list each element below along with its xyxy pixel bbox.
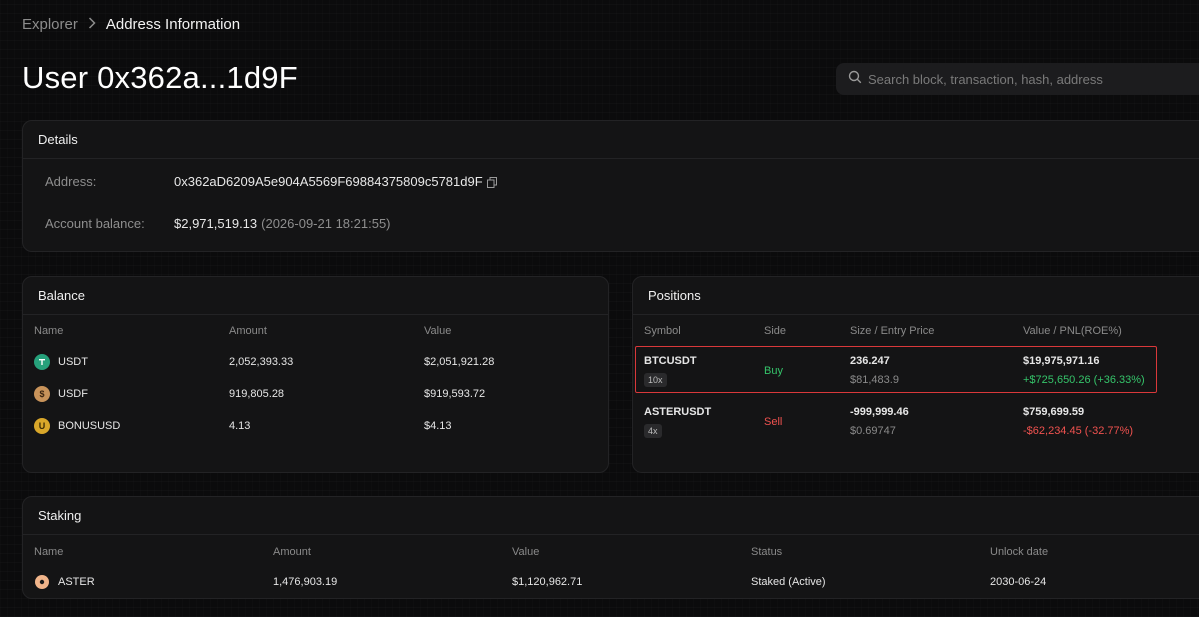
positions-header: Positions: [633, 277, 1199, 315]
balance-row-name: BONUSUSD: [58, 420, 121, 432]
leverage-badge: 4x: [644, 424, 662, 438]
details-header: Details: [23, 121, 1199, 159]
position-pnl: -$62,234.45 (-32.77%): [1023, 425, 1134, 437]
position-symbol: ASTERUSDT: [644, 406, 712, 418]
position-side-buy: Buy: [764, 365, 783, 377]
positions-col-value: Value / PNL(ROE%): [1023, 325, 1122, 337]
breadcrumb: Explorer Address Information: [22, 16, 240, 33]
search-input[interactable]: [868, 71, 1188, 87]
balance-col-value: Value: [424, 325, 452, 337]
staking-col-value: Value: [512, 546, 540, 558]
tether-icon: [34, 354, 50, 370]
balance-header: Balance: [23, 277, 608, 315]
aster-icon: [35, 575, 49, 589]
staking-row-unlock: 2030-06-24: [990, 576, 1047, 588]
staking-col-name: Name: [34, 546, 64, 558]
address-row: Address: 0x362aD6209A5e904A5569F69884375…: [45, 174, 497, 189]
position-size: 236.247: [850, 355, 890, 367]
staking-col-amount: Amount: [273, 546, 311, 558]
position-side-sell: Sell: [764, 416, 783, 428]
staking-col-status: Status: [751, 546, 783, 558]
staking-row-status: Staked (Active): [751, 576, 826, 588]
search-bar[interactable]: [836, 63, 1199, 95]
chevron-right-icon: [88, 17, 96, 32]
account-balance-label: Account balance:: [45, 216, 145, 231]
balance-row-amount: 2,052,393.33: [229, 356, 294, 368]
account-balance-row: Account balance: $2,971,519.13 (2026-09-…: [45, 216, 391, 231]
address-label: Address:: [45, 174, 97, 189]
search-icon: [848, 70, 862, 89]
breadcrumb-current: Address Information: [105, 16, 241, 33]
staking-col-unlock: Unlock date: [990, 546, 1049, 558]
bonususd-icon: U: [34, 418, 50, 434]
staking-row-name: ASTER: [58, 576, 95, 588]
staking-row-value: $1,120,962.71: [512, 576, 583, 588]
positions-col-symbol: Symbol: [644, 325, 681, 337]
balance-row-name: USDT: [58, 356, 88, 368]
position-size: -999,999.46: [850, 406, 909, 418]
positions-col-side: Side: [764, 325, 787, 337]
position-value: $759,699.59: [1023, 406, 1085, 418]
balance-row-value: $2,051,921.28: [424, 356, 495, 368]
position-pnl: +$725,650.26 (+36.33%): [1023, 374, 1145, 386]
position-entry-price: $81,483.9: [850, 374, 899, 386]
balance-row-amount: 4.13: [229, 420, 251, 432]
position-entry-price: $0.69747: [850, 425, 896, 437]
balance-row-name: USDF: [58, 388, 88, 400]
staking-row-amount: 1,476,903.19: [273, 576, 338, 588]
position-value: $19,975,971.16: [1023, 355, 1100, 367]
leverage-badge: 10x: [644, 373, 667, 387]
balance-col-name: Name: [34, 325, 64, 337]
copy-icon[interactable]: [486, 176, 497, 188]
address-value: 0x362aD6209A5e904A5569F69884375809c5781d…: [174, 174, 483, 189]
account-balance-timestamp: (2026-09-21 18:21:55): [261, 216, 391, 231]
staking-card: Staking Name Amount Value Status Unlock …: [22, 496, 1199, 599]
staking-header: Staking: [23, 497, 1199, 535]
positions-card: Positions Symbol Side Size / Entry Price…: [632, 276, 1199, 473]
account-balance-value: $2,971,519.13: [174, 216, 258, 231]
position-symbol: BTCUSDT: [644, 355, 697, 367]
details-card: Details Address: 0x362aD6209A5e904A5569F…: [22, 120, 1199, 252]
balance-col-amount: Amount: [229, 325, 267, 337]
breadcrumb-explorer-link[interactable]: Explorer: [22, 16, 78, 33]
balance-row-value: $919,593.72: [424, 388, 486, 400]
balance-row-value: $4.13: [424, 420, 452, 432]
balance-card: Balance Name Amount Value USDT 2,052,393…: [22, 276, 609, 473]
positions-col-size: Size / Entry Price: [850, 325, 935, 337]
balance-row-amount: 919,805.28: [229, 388, 285, 400]
usdf-icon: $: [34, 386, 50, 402]
page-title: User 0x362a...1d9F: [22, 60, 298, 95]
